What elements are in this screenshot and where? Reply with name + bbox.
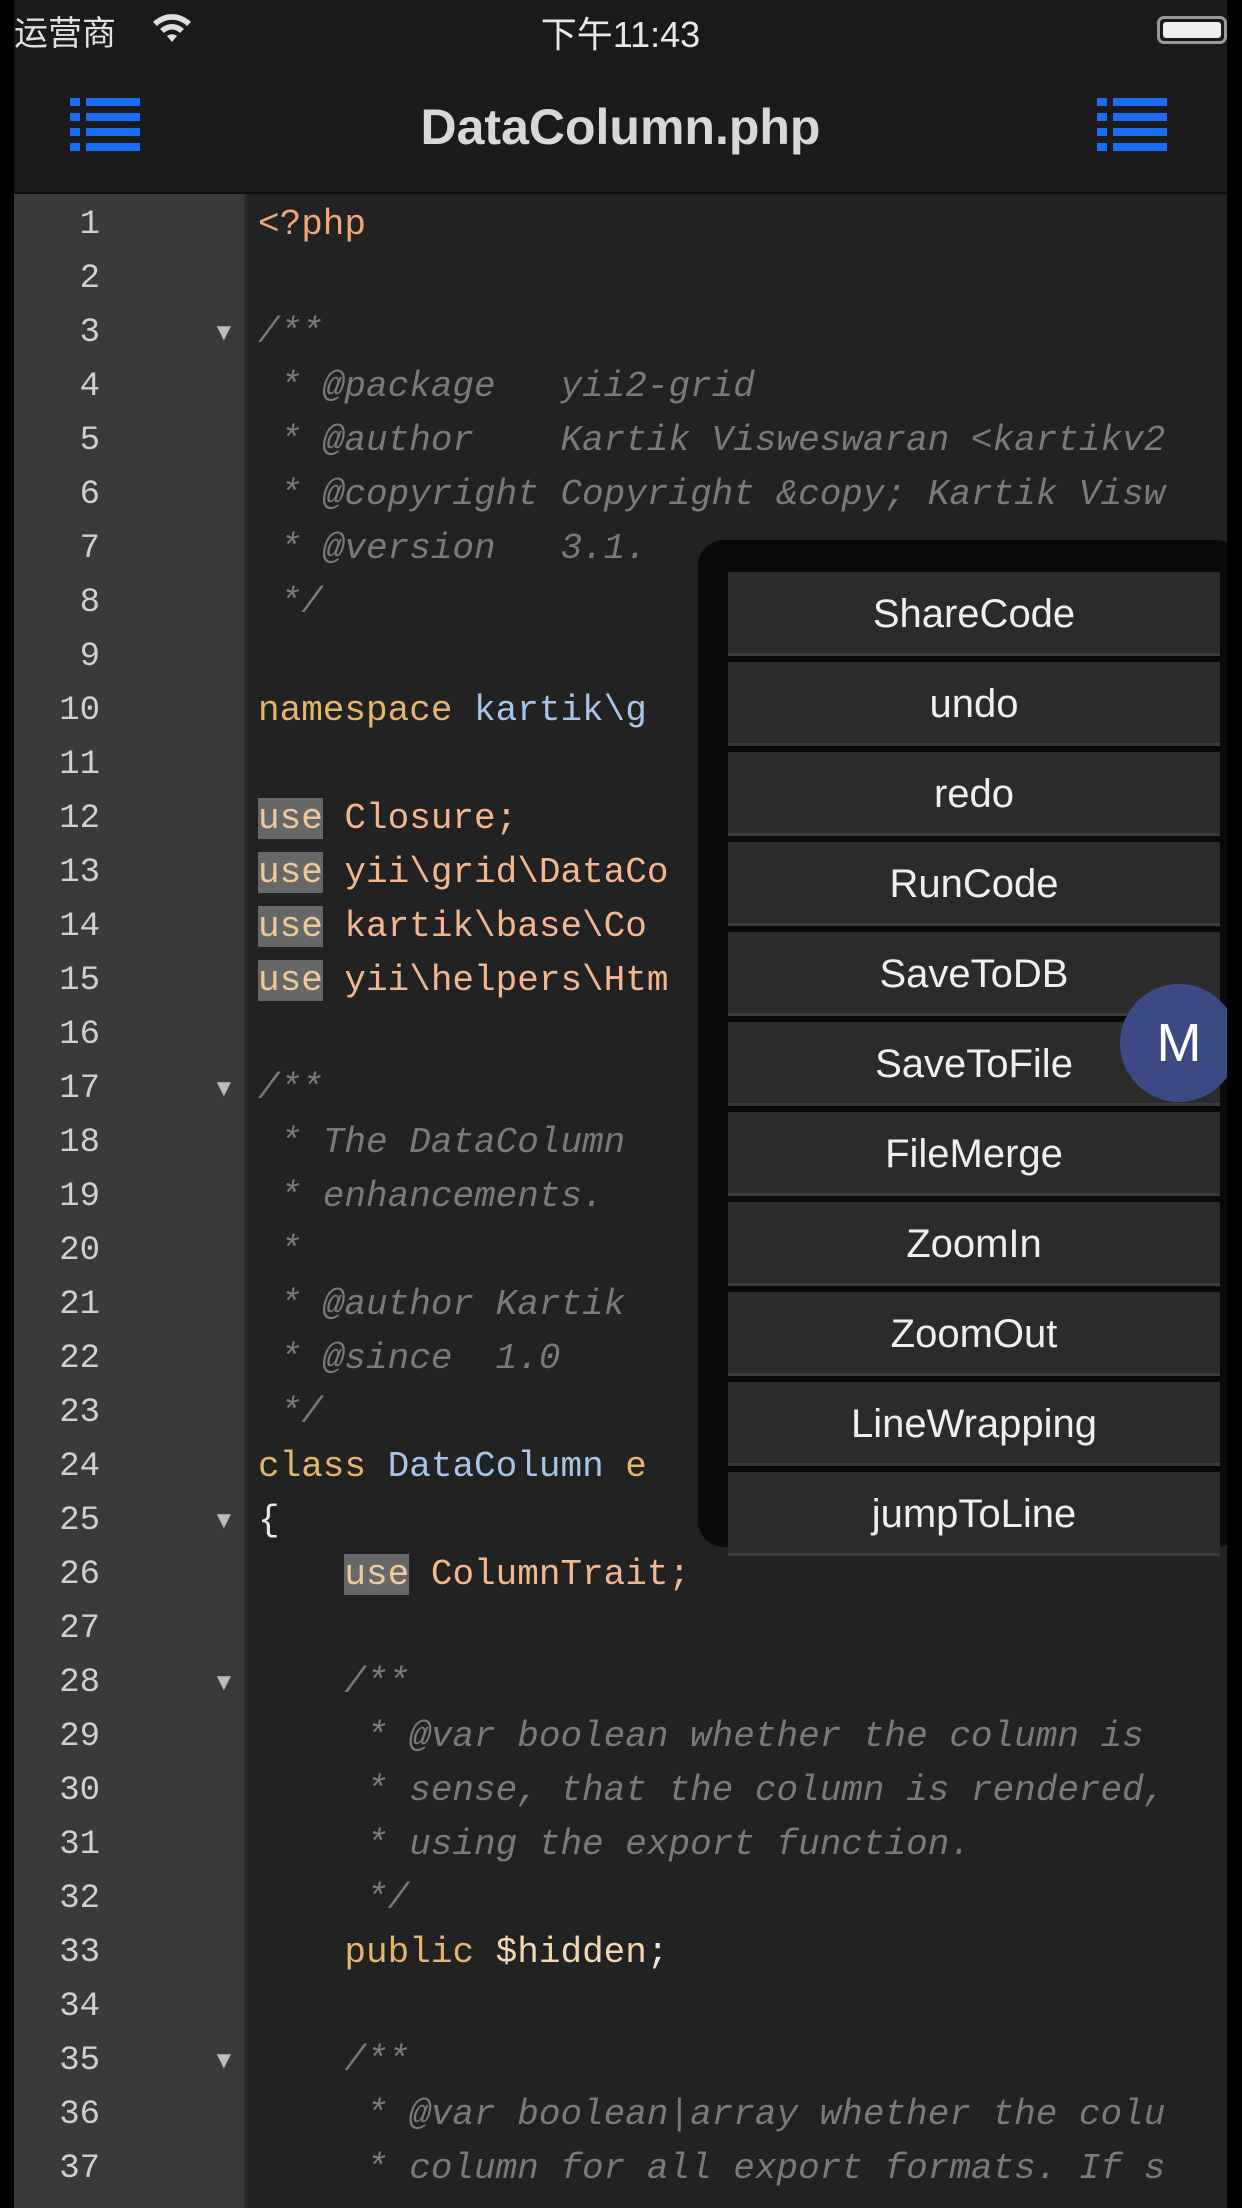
code-line: * (258, 1230, 302, 1271)
status-bar: 运营商 下午11:43 (14, 0, 1227, 58)
line-number: 35 (59, 2042, 100, 2080)
fold-toggle-icon[interactable]: ▼ (212, 2034, 236, 2088)
code-line: { (258, 1500, 280, 1541)
code-line: use yii\grid\DataCo (258, 852, 669, 893)
line-number: 14 (59, 908, 100, 946)
menu-item-redo[interactable]: redo (728, 752, 1220, 836)
code-line: * enhancements. (258, 1176, 604, 1217)
line-number: 3 (79, 314, 100, 352)
line-number: 33 (59, 1934, 100, 1972)
menu-item-sharecode[interactable]: ShareCode (728, 572, 1220, 656)
code-line: * @since 1.0 (258, 1338, 561, 1379)
line-number: 1 (79, 206, 100, 244)
line-number: 11 (59, 746, 100, 784)
code-line: * The DataColumn (258, 1122, 626, 1163)
code-line: * @var boolean whether the column is (258, 1716, 1144, 1757)
line-number: 36 (59, 2096, 100, 2134)
line-number: 15 (59, 962, 100, 1000)
code-line: /** (258, 1068, 323, 1109)
line-number-gutter: 1 2 3 4 5 6 7 8 9 10 11 12 13 14 15 16 17 18 19 20 21 22 23 24 2… (14, 194, 247, 2208)
line-number: 24 (59, 1448, 100, 1486)
line-number: 27 (59, 1610, 100, 1648)
fold-toggle-icon[interactable]: ▼ (212, 1062, 236, 1116)
code-line: * column for all export formats. If s (258, 2148, 1166, 2189)
line-number: 10 (59, 692, 100, 730)
line-number: 13 (59, 854, 100, 892)
menu-toggle-button[interactable]: M (1120, 984, 1227, 1102)
line-number: 5 (79, 422, 100, 460)
line-number: 7 (79, 530, 100, 568)
line-number: 23 (59, 1394, 100, 1432)
code-line: * sense, that the column is rendered, (258, 1770, 1166, 1811)
navigation-bar: DataColumn.php (14, 58, 1227, 194)
menu-item-undo[interactable]: undo (728, 662, 1220, 746)
app-screen: 运营商 下午11:43 DataColumn.php 1 2 3 4 5 6 7 8 9 10 11… (14, 0, 1227, 2208)
code-line: /** (258, 2040, 410, 2081)
file-title: DataColumn.php (420, 99, 821, 155)
menu-item-filemerge[interactable]: FileMerge (728, 1112, 1220, 1196)
line-number: 2 (79, 260, 100, 298)
line-number: 26 (59, 1556, 100, 1594)
line-number: 21 (59, 1286, 100, 1324)
line-number: 30 (59, 1772, 100, 1810)
line-number: 25 (59, 1502, 100, 1540)
code-line: * @copyright Copyright &copy; Kartik Vis… (258, 474, 1166, 515)
line-number: 22 (59, 1340, 100, 1378)
code-line: namespace kartik\g (258, 690, 647, 731)
code-line: use ColumnTrait; (344, 1554, 691, 1595)
menu-item-linewrapping[interactable]: LineWrapping (728, 1382, 1220, 1466)
line-number: 32 (59, 1880, 100, 1918)
code-line: */ (258, 1392, 323, 1433)
code-line: /** (258, 312, 323, 353)
menu-item-zoomin[interactable]: ZoomIn (728, 1202, 1220, 1286)
code-line: use kartik\base\Co (258, 906, 647, 947)
fold-toggle-icon[interactable]: ▼ (212, 1656, 236, 1710)
line-number: 34 (59, 1988, 100, 2026)
line-number: 37 (59, 2150, 100, 2188)
line-number: 17 (59, 1070, 100, 1108)
line-number: 6 (79, 476, 100, 514)
code-line: * @package yii2-grid (258, 366, 755, 407)
code-line: */ (258, 1878, 410, 1919)
menu-item-jumptoline[interactable]: jumpToLine (728, 1472, 1220, 1556)
line-number: 4 (79, 368, 100, 406)
line-number: 28 (59, 1664, 100, 1702)
line-number: 31 (59, 1826, 100, 1864)
line-number: 16 (59, 1016, 100, 1054)
fold-toggle-icon[interactable]: ▼ (212, 306, 236, 360)
code-line: <?php (258, 204, 367, 245)
line-number: 9 (79, 638, 100, 676)
line-number: 19 (59, 1178, 100, 1216)
code-line: public $hidden; (344, 1932, 669, 1973)
status-time: 下午11:43 (540, 14, 701, 55)
code-line: * @author Kartik Visweswaran <kartikv2 (258, 420, 1166, 461)
battery-icon (1157, 16, 1227, 44)
code-line: * @version 3.1. (258, 528, 647, 569)
code-line: use Closure; (258, 798, 518, 839)
line-number: 12 (59, 800, 100, 838)
code-line: * @var boolean|array whether the colu (258, 2094, 1166, 2135)
code-line: /** (258, 1662, 410, 1703)
menu-item-zoomout[interactable]: ZoomOut (728, 1292, 1220, 1376)
code-line: */ (258, 582, 323, 623)
line-number: 18 (59, 1124, 100, 1162)
code-line: * @author Kartik (258, 1284, 626, 1325)
code-line: class DataColumn e (258, 1446, 647, 1487)
line-number: 29 (59, 1718, 100, 1756)
fold-toggle-icon[interactable]: ▼ (212, 1494, 236, 1548)
menu-item-runcode[interactable]: RunCode (728, 842, 1220, 926)
menu-list-icon[interactable] (1097, 96, 1167, 152)
code-line: use yii\helpers\Htm (258, 960, 669, 1001)
line-number: 20 (59, 1232, 100, 1270)
line-number: 8 (79, 584, 100, 622)
code-line: * using the export function. (258, 1824, 971, 1865)
